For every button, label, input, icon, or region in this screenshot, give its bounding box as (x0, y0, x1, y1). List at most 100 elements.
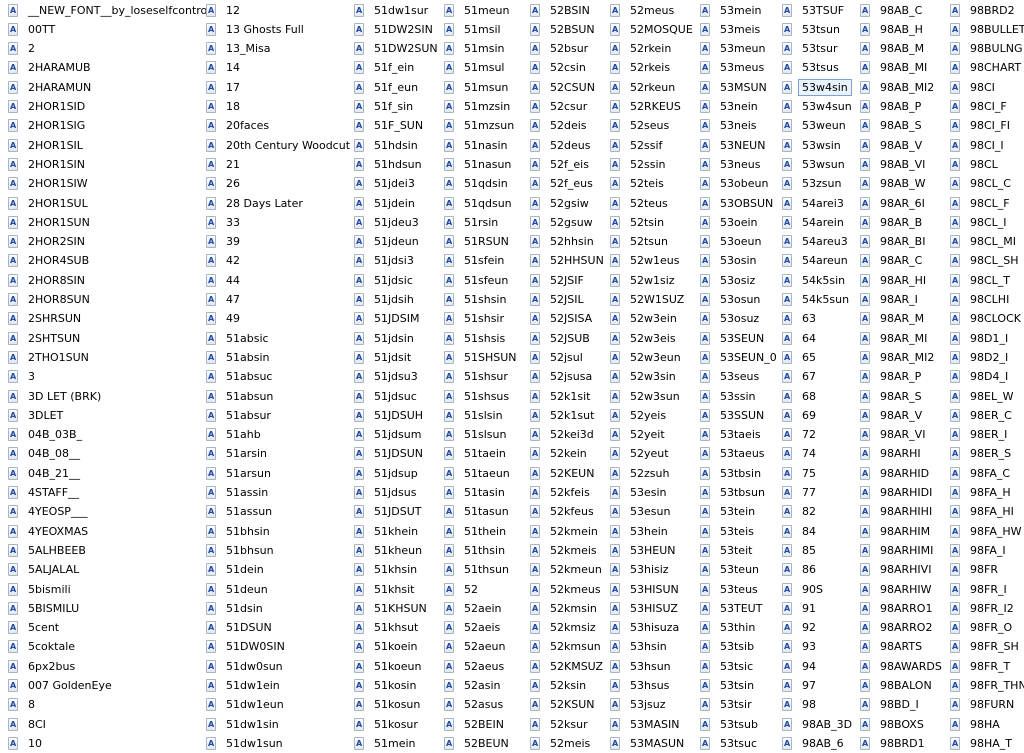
font-file-item[interactable]: 52JSISA (530, 310, 596, 328)
font-file-item[interactable]: 52w3ein (610, 310, 681, 328)
font-file-item[interactable]: 2HOR1SIN (8, 155, 89, 173)
font-file-item[interactable]: 98AR_BI (860, 233, 929, 251)
font-file-item[interactable]: 53wsun (782, 155, 849, 173)
font-file-item[interactable]: 51f_sin (354, 98, 417, 116)
font-file-item[interactable]: 33 (206, 213, 244, 231)
font-file-item[interactable]: 53oeun (700, 233, 765, 251)
font-file-item[interactable]: 98AR_MI (860, 329, 931, 347)
font-file-item[interactable]: 04B_21__ (8, 464, 84, 482)
font-file-item[interactable]: 47 (206, 291, 244, 309)
font-file-item[interactable]: 53SSUN (700, 406, 768, 424)
font-file-item[interactable]: 98AB_S (860, 117, 926, 135)
font-file-item[interactable]: 98BD_I (860, 696, 923, 714)
font-file-item[interactable]: 98HA_T (950, 734, 1016, 752)
font-file-item[interactable]: 51nasin (444, 136, 511, 154)
font-file-item[interactable]: 53tsir (700, 696, 756, 714)
font-file-item[interactable]: 98CI_I (950, 136, 1008, 154)
font-file-item[interactable]: 98AR_B (860, 213, 926, 231)
font-file-item[interactable]: 52teus (610, 194, 672, 212)
font-file-item[interactable]: 52kmeun (530, 561, 606, 579)
font-file-item[interactable]: 51absuc (206, 368, 276, 386)
font-file-item[interactable]: 51msil (444, 20, 505, 38)
font-file-item[interactable]: 98CLHI (950, 291, 1013, 309)
font-file-item[interactable]: 52w3eis (610, 329, 680, 347)
font-file-item[interactable]: 52kmeus (530, 580, 605, 598)
font-file-item[interactable]: 51jdeu3 (354, 213, 423, 231)
font-file-item[interactable]: 98CHART (950, 59, 1024, 77)
font-file-item[interactable]: 53ssin (700, 387, 760, 405)
font-file-item[interactable]: 53OBSUN (700, 194, 777, 212)
font-file-item[interactable]: 51dsin (206, 599, 267, 617)
font-file-item[interactable]: 53hsin (610, 638, 671, 656)
font-file-item[interactable]: 53teun (700, 561, 763, 579)
font-file-item[interactable]: 12 (206, 1, 244, 19)
font-file-item[interactable]: 53tbsin (700, 464, 765, 482)
font-file-item[interactable]: 69 (782, 406, 820, 424)
font-file-item[interactable]: 52w3eun (610, 348, 685, 366)
font-file-item[interactable]: 98ARHIMI (860, 541, 937, 559)
font-file-item[interactable]: 52gsiw (530, 194, 593, 212)
font-file-item[interactable]: 53osuz (700, 310, 763, 328)
font-file-item[interactable]: 51ahb (206, 426, 265, 444)
font-file-item[interactable]: 8CI (8, 715, 50, 733)
font-file-item[interactable]: 51jdsic (354, 271, 417, 289)
font-file-item[interactable]: 98AB_MI (860, 59, 931, 77)
font-file-item[interactable]: 98FA_HI (950, 503, 1018, 521)
font-file-item[interactable]: 65 (782, 348, 820, 366)
font-file-item[interactable]: 53w4sun (782, 98, 856, 116)
font-file-item[interactable]: 53w4sin (782, 78, 852, 96)
font-file-item[interactable]: 52kmeis (530, 541, 601, 559)
font-file-item[interactable]: 98ARHID (860, 464, 933, 482)
font-file-item[interactable]: 2HARAMUN (8, 78, 95, 96)
font-file-item[interactable]: 44 (206, 271, 244, 289)
font-file-item[interactable]: 52f_eis (530, 155, 593, 173)
font-file-item[interactable]: 49 (206, 310, 244, 328)
font-file-item[interactable]: 53nein (700, 98, 762, 116)
font-file-item[interactable]: 98AB_H (860, 20, 927, 38)
font-file-item[interactable]: 2HOR1SID (8, 98, 89, 116)
font-file-item[interactable]: 52BEIN (444, 715, 508, 733)
font-file-item[interactable]: 51DW2SUN (354, 40, 442, 58)
font-file-item[interactable]: 51shsir (444, 310, 508, 328)
font-file-item[interactable]: 51arsun (206, 464, 275, 482)
font-file-item[interactable]: 51thsin (444, 541, 509, 559)
font-file-item[interactable]: 53wsin (782, 136, 845, 154)
font-file-item[interactable]: 98FR_THN (950, 677, 1024, 695)
font-file-item[interactable]: 98CI (950, 78, 999, 96)
font-file-item[interactable]: 13_Misa (206, 40, 275, 58)
font-file-item[interactable]: 63 (782, 310, 820, 328)
font-file-item[interactable]: 53TSUF (782, 1, 848, 19)
font-file-item[interactable]: 51assun (206, 503, 276, 521)
font-file-item[interactable]: 51rsin (444, 213, 502, 231)
font-file-item[interactable]: 98BRD1 (860, 734, 929, 752)
font-file-item[interactable]: 51mein (354, 734, 420, 752)
font-file-item[interactable]: 54arei3 (782, 194, 848, 212)
font-file-item[interactable]: 51sfeun (444, 271, 512, 289)
font-file-item[interactable]: 51DW0SIN (206, 638, 289, 656)
font-file-item[interactable]: 98ARHIHI (860, 503, 936, 521)
font-file-item[interactable]: 52aeis (444, 619, 504, 637)
font-file-item[interactable]: 98AR_M (860, 310, 928, 328)
font-file-item[interactable]: 51msun (444, 78, 512, 96)
font-file-item[interactable]: 52kein (530, 445, 591, 463)
font-file-item[interactable]: 53hsun (610, 657, 675, 675)
font-file-item[interactable]: 52rkein (610, 40, 675, 58)
font-file-item[interactable]: 98FR_I (950, 580, 1011, 598)
font-file-item[interactable]: 51khsit (354, 580, 418, 598)
font-file-item[interactable]: 28 Days Later (206, 194, 307, 212)
font-file-item[interactable]: 98FA_HW (950, 522, 1024, 540)
font-file-item[interactable]: 51dein (206, 561, 268, 579)
font-file-item[interactable]: 53hisiz (610, 561, 673, 579)
font-file-item[interactable]: 53hein (610, 522, 672, 540)
font-file-item[interactable]: 5ALJALAL (8, 561, 83, 579)
font-file-item[interactable]: 97 (782, 677, 820, 695)
font-file-item[interactable]: 52zsuh (610, 464, 673, 482)
font-file-item[interactable]: 2SHRSUN (8, 310, 85, 328)
font-file-item[interactable]: 51deun (206, 580, 272, 598)
font-file-item[interactable]: 53hisuza (610, 619, 683, 637)
font-file-item[interactable]: 98ARTS (860, 638, 926, 656)
font-file-item[interactable]: 53tein (700, 503, 759, 521)
font-file-item[interactable]: 98ER_I (950, 426, 1011, 444)
font-file-item[interactable]: 53tsic (700, 657, 757, 675)
font-file-item[interactable]: 51mzsin (444, 98, 514, 116)
